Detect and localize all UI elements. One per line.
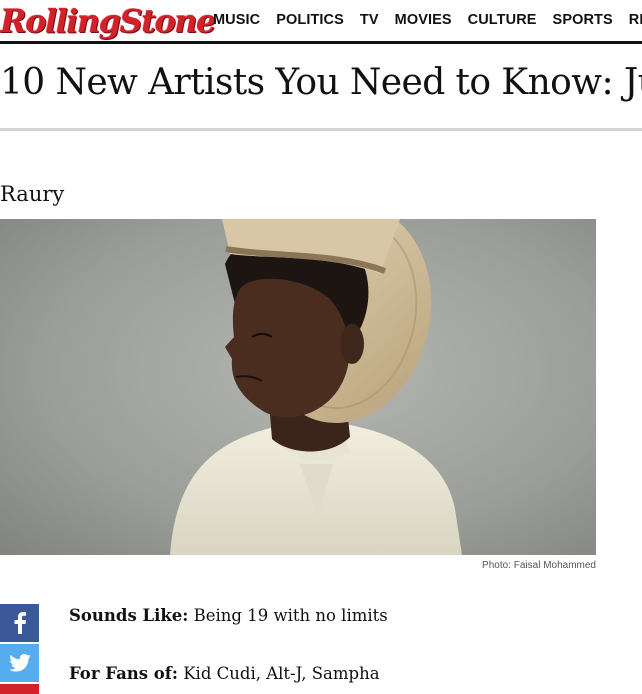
main-nav: MUSIC POLITICS TV MOVIES CULTURE SPORTS … — [213, 0, 642, 40]
article-title: 10 New Artists You Need to Know: Ju — [0, 62, 642, 103]
sounds-like-detail: Sounds Like: Being 19 with no limits — [69, 606, 388, 625]
for-fans-of-label: For Fans of: — [69, 664, 178, 683]
nav-item-music[interactable]: MUSIC — [213, 12, 260, 28]
facebook-icon — [14, 612, 26, 634]
nav-item-more[interactable]: RE — [629, 12, 642, 28]
nav-item-tv[interactable]: TV — [360, 12, 379, 28]
facebook-share-button[interactable] — [0, 604, 39, 642]
for-fans-of-value: Kid Cudi, Alt-J, Sampha — [177, 664, 380, 683]
nav-item-sports[interactable]: SPORTS — [553, 12, 613, 28]
sounds-like-label: Sounds Like: — [69, 606, 189, 625]
sounds-like-value: Being 19 with no limits — [188, 606, 388, 625]
nav-item-politics[interactable]: POLITICS — [276, 12, 344, 28]
for-fans-of-detail: For Fans of: Kid Cudi, Alt-J, Sampha — [69, 664, 380, 683]
rolling-stone-logo[interactable]: RollingStone — [0, 0, 216, 43]
twitter-icon — [8, 654, 31, 672]
twitter-share-button[interactable] — [0, 644, 39, 682]
title-divider — [0, 128, 642, 131]
header-divider — [0, 41, 642, 44]
site-header: RollingStone MUSIC POLITICS TV MOVIES CU… — [0, 0, 642, 44]
nav-item-movies[interactable]: MOVIES — [395, 12, 452, 28]
nav-item-culture[interactable]: CULTURE — [468, 12, 537, 28]
photo-caption: Photo: Faisal Mohammed — [482, 560, 596, 571]
artist-photo — [0, 219, 596, 555]
more-share-button[interactable] — [0, 684, 39, 694]
artist-name-heading: Raury — [0, 182, 65, 206]
